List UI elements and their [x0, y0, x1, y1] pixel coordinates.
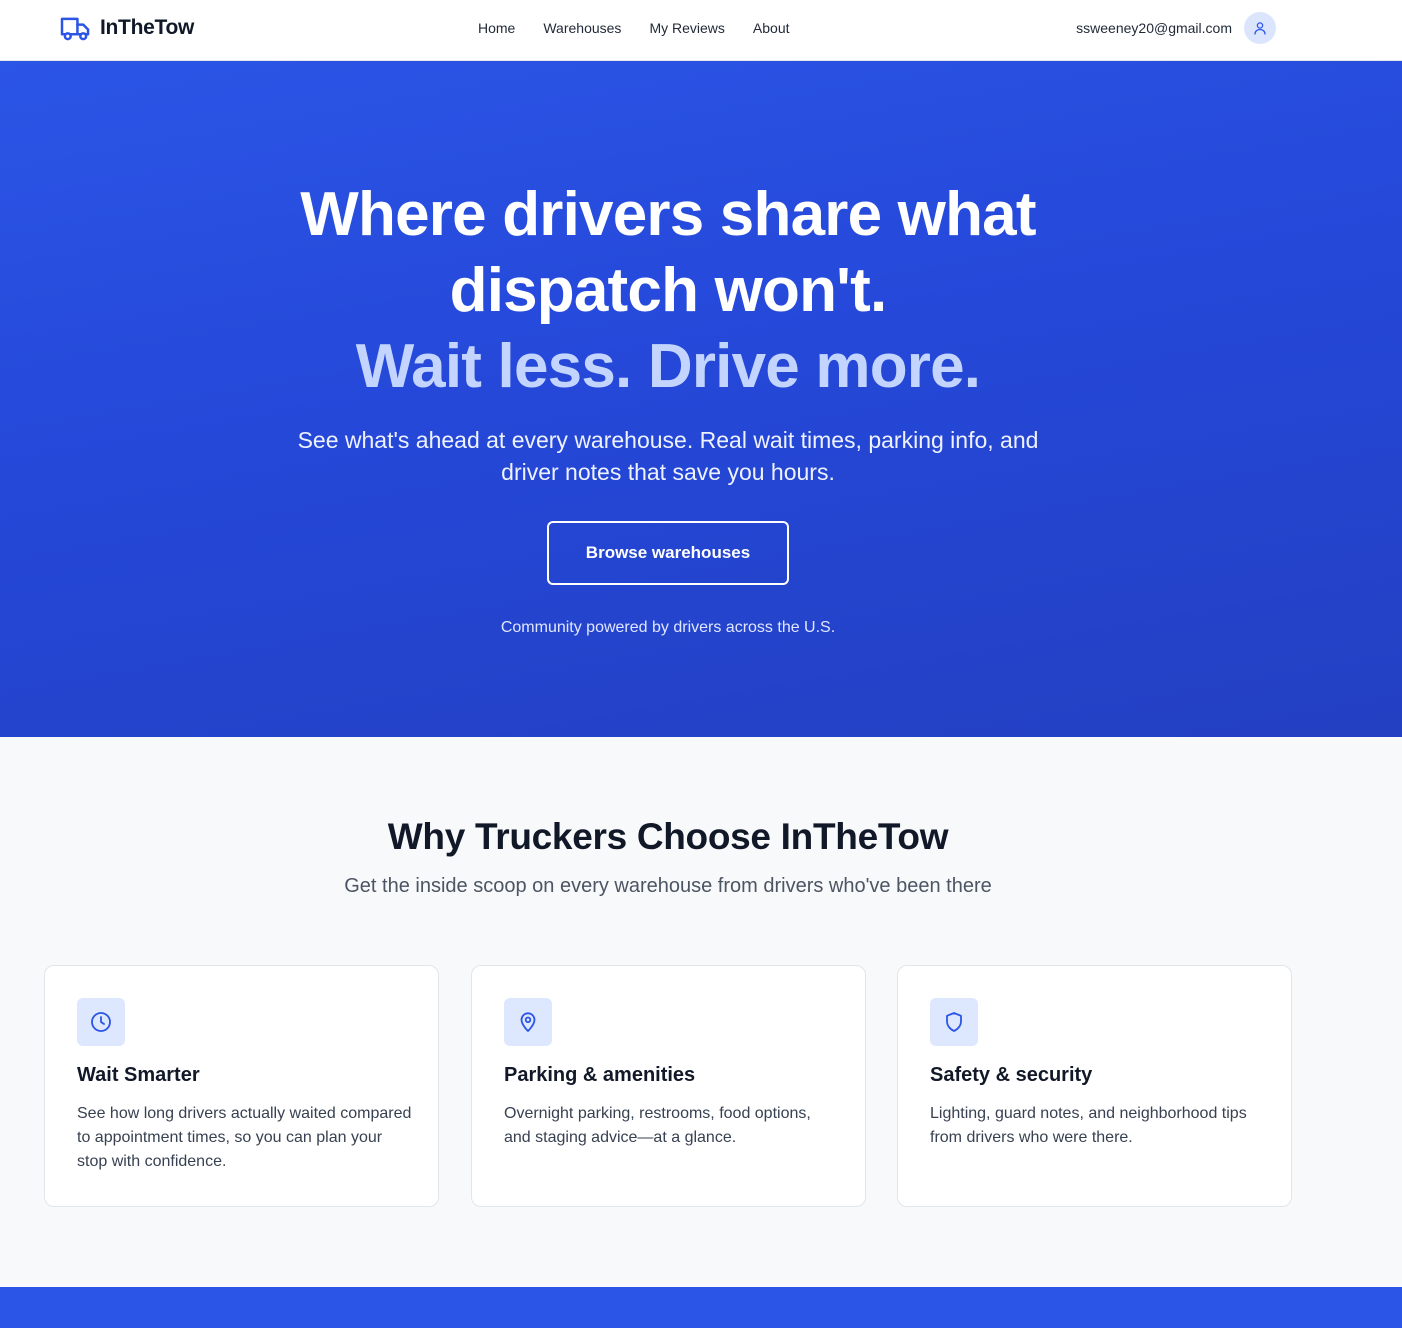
top-navbar: InTheTow Home Warehouses My Reviews Abou… — [0, 0, 1402, 61]
features-section: Why Truckers Choose InTheTow Get the ins… — [0, 737, 1402, 1287]
browse-warehouses-button[interactable]: Browse warehouses — [547, 521, 789, 585]
nav-link-warehouses[interactable]: Warehouses — [543, 19, 621, 37]
hero-title-accent: Wait less. Drive more. — [355, 332, 981, 401]
feature-card-title: Safety & security — [930, 1064, 1093, 1086]
nav-link-about[interactable]: About — [753, 19, 790, 37]
nav-link-home[interactable]: Home — [478, 19, 515, 37]
hero-subtitle: See what's ahead at every warehouse. Rea… — [297, 427, 1039, 485]
hero-section: Where drivers share what dispatch won't.… — [0, 61, 1402, 737]
avatar-button[interactable] — [1244, 12, 1276, 44]
feature-card-text: Overnight parking, restrooms, food optio… — [504, 1105, 811, 1146]
map-pin-icon — [504, 998, 552, 1046]
feature-card-parking: Parking & amenities Overnight parking, r… — [471, 965, 866, 1207]
feature-card-text: See how long drivers actually waited com… — [77, 1105, 412, 1170]
user-area: ssweeney20@gmail.com — [1076, 12, 1276, 44]
brand-name: InTheTow — [100, 16, 195, 39]
feature-card-title: Parking & amenities — [504, 1064, 696, 1086]
user-email: ssweeney20@gmail.com — [1076, 20, 1232, 36]
feature-card-title: Wait Smarter — [77, 1064, 200, 1086]
hero-title-line-1: Where drivers share what — [300, 180, 1036, 249]
bottom-section-band — [0, 1287, 1402, 1328]
features-subtitle: Get the inside scoop on every warehouse … — [344, 875, 992, 897]
feature-card-wait-smarter: Wait Smarter See how long drivers actual… — [44, 965, 439, 1207]
features-title: Why Truckers Choose InTheTow — [387, 816, 949, 857]
user-icon — [1253, 21, 1267, 35]
feature-card-text: Lighting, guard notes, and neighborhood … — [930, 1105, 1247, 1146]
hero-community-note: Community powered by drivers across the … — [500, 619, 836, 636]
brand-logo-link[interactable]: InTheTow — [60, 13, 194, 43]
clock-icon — [77, 998, 125, 1046]
feature-card-safety: Safety & security Lighting, guard notes,… — [897, 965, 1292, 1207]
shield-icon — [930, 998, 978, 1046]
nav-link-my-reviews[interactable]: My Reviews — [649, 19, 724, 37]
nav-links: Home Warehouses My Reviews About — [478, 19, 790, 37]
hero-title-line-2: dispatch won't. — [449, 256, 888, 325]
hero-title: Where drivers share what dispatch won't.… — [0, 177, 1336, 405]
truck-icon — [60, 15, 91, 42]
